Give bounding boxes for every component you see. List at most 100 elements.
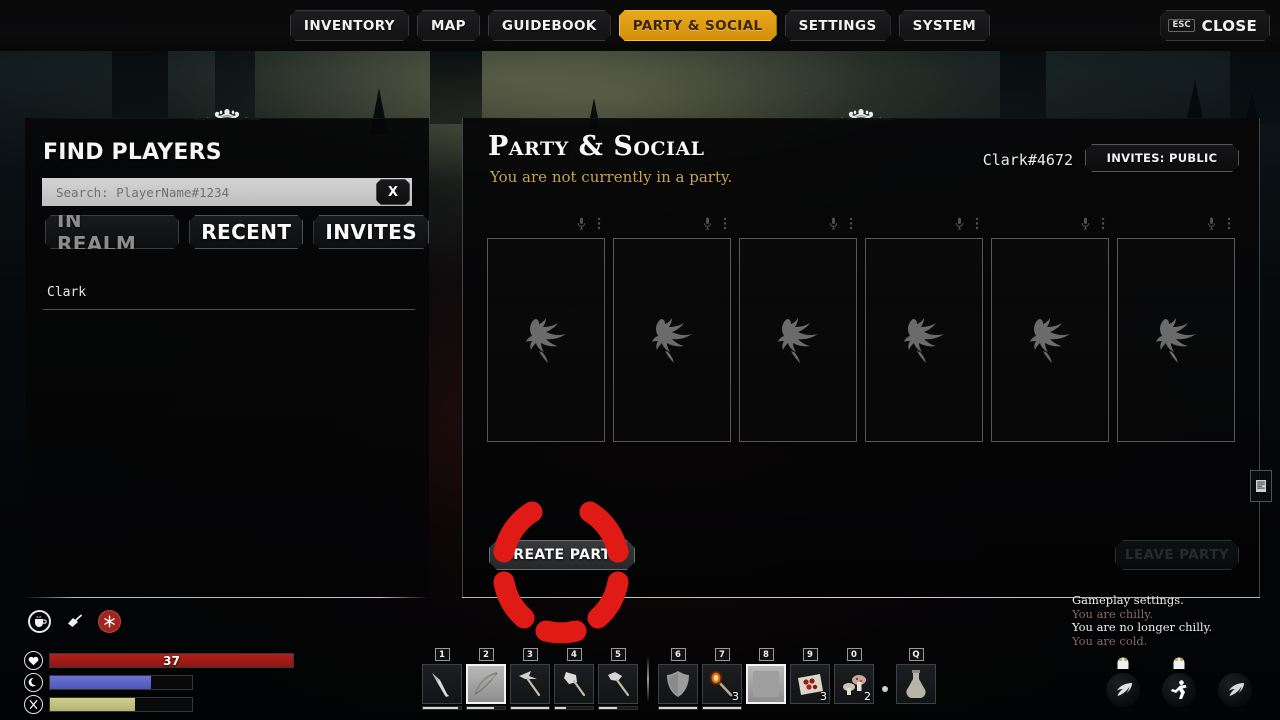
feather-icon (1106, 673, 1140, 707)
party-slot-card[interactable] (613, 238, 731, 442)
drink-buff-icon[interactable] (28, 610, 51, 633)
hotbar-key-label: 9 (802, 648, 818, 661)
party-slot-card[interactable] (865, 238, 983, 442)
close-button[interactable]: ESC CLOSE (1160, 10, 1270, 41)
nav-tab-settings[interactable]: SETTINGS (785, 10, 891, 41)
hotbar-item-empty-block[interactable] (746, 664, 786, 704)
hotbar-item-axe[interactable] (554, 664, 594, 704)
hotbar-key-label: 2 (478, 648, 494, 661)
microphone-icon (577, 217, 586, 230)
leave-party-button: LEAVE PARTY (1115, 540, 1239, 570)
microphone-toggle[interactable] (703, 217, 712, 235)
party-slot-controls (1081, 216, 1105, 236)
slot-options-button[interactable] (849, 217, 853, 235)
microphone-toggle[interactable] (1081, 217, 1090, 235)
stat-row-health: 37 (24, 651, 294, 670)
slot-options-button[interactable] (975, 217, 979, 235)
helmet-icon (1172, 655, 1187, 671)
shovel-buff-icon[interactable] (63, 610, 86, 633)
slot-options-button[interactable] (1101, 217, 1105, 235)
hotbar: 1 2 3 4 5 6 7 3 8 9 3 0 2 Q (422, 648, 936, 710)
filter-tab-invites[interactable]: INVITES (313, 215, 429, 249)
hotbar-item-bow[interactable] (466, 664, 506, 704)
microphone-icon (1081, 217, 1090, 230)
party-slot-card[interactable] (991, 238, 1109, 442)
cold-debuff-icon[interactable] (98, 610, 121, 633)
nav-tab-label: INVENTORY (303, 17, 395, 34)
party-slot-controls (1207, 216, 1231, 236)
fork-knife-icon (24, 695, 43, 714)
microphone-toggle[interactable] (1207, 217, 1216, 235)
nav-tab-label: MAP (430, 17, 466, 34)
filter-tab-recent[interactable]: RECENT (189, 215, 303, 249)
nav-tab-label: PARTY & SOCIAL (632, 17, 763, 34)
find-players-title: FIND PLAYERS (43, 140, 222, 165)
item-count: 3 (732, 690, 739, 703)
ability-orb-feather-1[interactable] (1106, 655, 1140, 707)
player-stat-bars: 37 (24, 651, 294, 718)
hotbar-slot[interactable]: 9 3 (790, 648, 830, 710)
ability-orb-sprint[interactable] (1162, 655, 1196, 707)
nav-tab-party-and-social[interactable]: PARTY & SOCIAL (619, 10, 777, 41)
nav-tab-guidebook[interactable]: GUIDEBOOK (488, 10, 611, 41)
hotbar-slot[interactable]: 6 (658, 648, 698, 710)
clear-search-button[interactable]: X (376, 179, 410, 205)
search-bar: X (42, 178, 412, 206)
hotbar-slot[interactable]: 4 (554, 648, 594, 710)
nav-tab-map[interactable]: MAP (417, 10, 480, 41)
microphone-toggle[interactable] (829, 217, 838, 235)
hotbar-item-shield[interactable] (658, 664, 698, 704)
hotbar-separator (647, 656, 649, 702)
microphone-toggle[interactable] (577, 217, 586, 235)
hotbar-slot[interactable]: 7 3 (702, 648, 742, 710)
hotbar-slot[interactable]: 8 (746, 648, 786, 710)
ability-orb-feather-2[interactable] (1218, 655, 1252, 707)
party-slot-card[interactable] (487, 238, 605, 442)
hotbar-item-mushrooms[interactable]: 2 (834, 664, 874, 704)
party-slot-card[interactable] (739, 238, 857, 442)
hotbar-item-potion[interactable] (896, 664, 936, 704)
hotbar-slot[interactable]: 0 2 (834, 648, 874, 710)
hotbar-slot[interactable]: 5 (598, 648, 638, 710)
hotbar-item-torch[interactable]: 3 (702, 664, 742, 704)
party-slot-card[interactable] (1117, 238, 1235, 442)
hotbar-item-berries[interactable]: 3 (790, 664, 830, 704)
durability-bar (510, 706, 550, 710)
player-result-list: Clark (43, 276, 415, 310)
hotbar-key-label: 4 (566, 648, 582, 661)
slot-options-button[interactable] (597, 217, 601, 235)
invites-visibility-button[interactable]: INVITES: PUBLIC (1085, 144, 1239, 172)
feather-icon (1218, 673, 1252, 707)
hunger-bar (49, 697, 193, 712)
hotbar-key-label: 0 (846, 648, 862, 661)
list-item[interactable]: Clark (43, 276, 415, 310)
slot-options-button[interactable] (1227, 217, 1231, 235)
stat-row-stamina (24, 673, 294, 692)
hotbar-slot[interactable]: 2 (466, 648, 506, 710)
hotbar-slot[interactable]: 3 (510, 648, 550, 710)
hotbar-slot[interactable]: 1 (422, 648, 462, 710)
nav-tab-system[interactable]: SYSTEM (899, 10, 991, 41)
bird-placeholder-icon (526, 318, 566, 363)
microphone-toggle[interactable] (955, 217, 964, 235)
leave-party-label: LEAVE PARTY (1124, 547, 1229, 563)
nav-tab-inventory[interactable]: INVENTORY (290, 10, 409, 41)
journal-icon (1256, 480, 1266, 492)
filter-tab-in-realm[interactable]: IN REALM (45, 215, 179, 249)
health-bar: 37 (49, 653, 294, 668)
hotbar-slot[interactable]: Q (896, 648, 936, 710)
hotbar-dot-separator (882, 686, 888, 692)
slot-options-button[interactable] (723, 217, 727, 235)
more-options-icon (1227, 217, 1231, 230)
search-input[interactable] (42, 178, 376, 206)
hotbar-item-dagger[interactable] (422, 664, 462, 704)
hotbar-item-pickaxe[interactable] (510, 664, 550, 704)
log-line: You are cold. (1072, 633, 1148, 648)
invites-button-label: INVITES: PUBLIC (1106, 151, 1218, 165)
close-button-label: CLOSE (1201, 16, 1257, 35)
hotbar-item-hammer[interactable] (598, 664, 638, 704)
journal-tab-button[interactable] (1250, 470, 1272, 502)
filter-label: INVITES (325, 220, 417, 244)
create-party-button[interactable]: CREATE PARTY (489, 540, 635, 570)
player-name: Clark (47, 285, 87, 300)
